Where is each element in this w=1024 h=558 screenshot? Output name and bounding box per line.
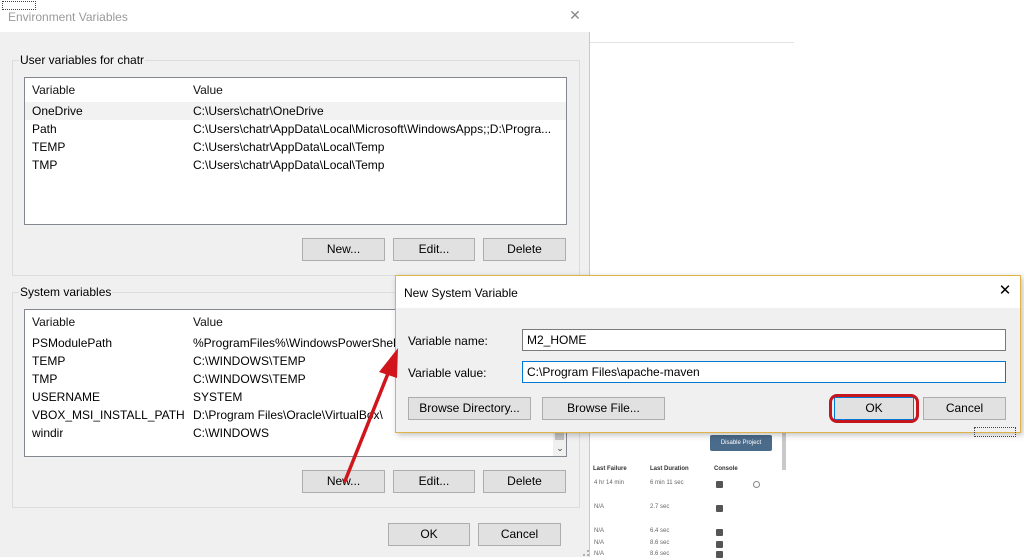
arrow-icon [343,348,398,483]
